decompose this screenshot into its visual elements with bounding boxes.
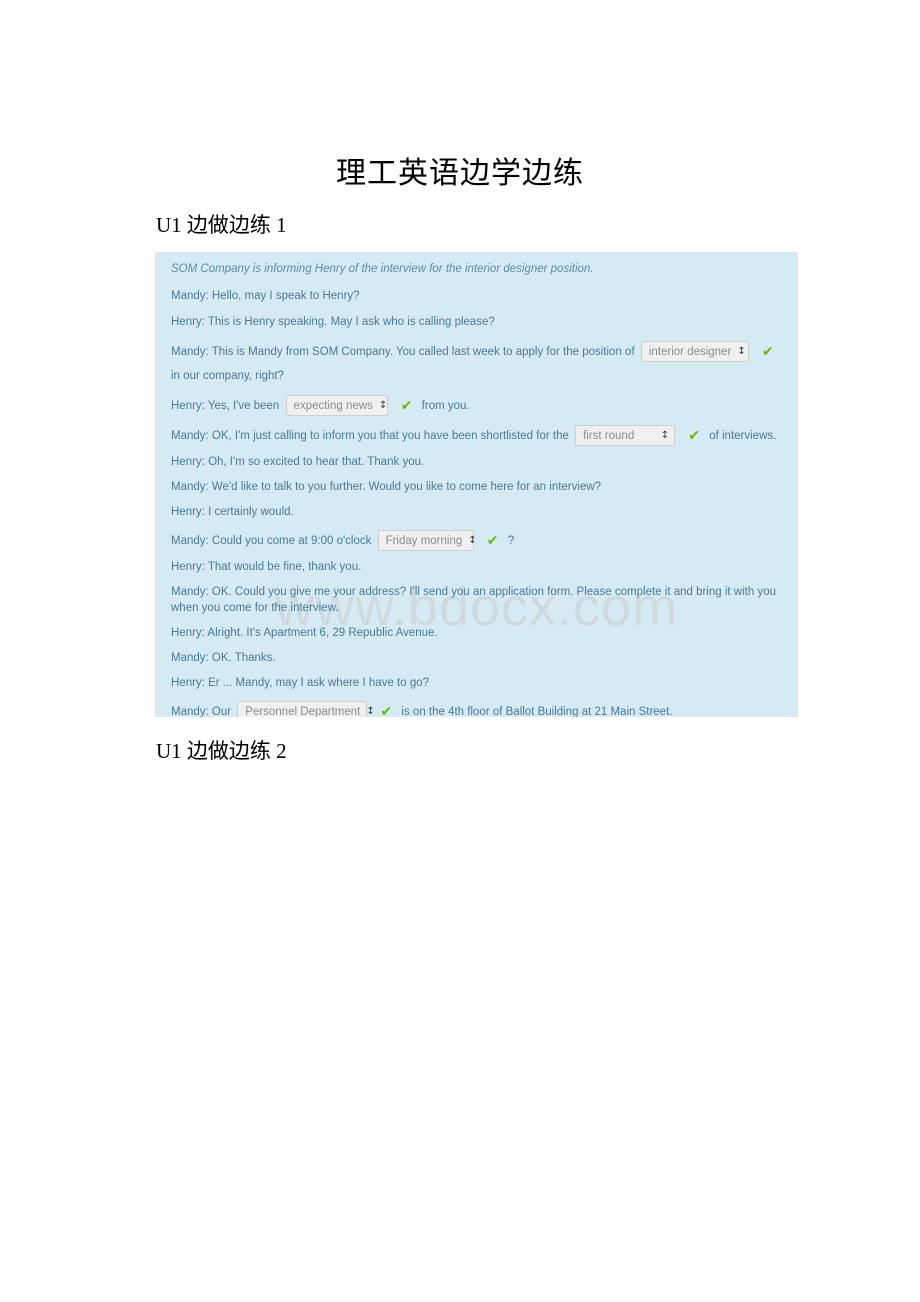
chevron-updown-icon: ↕ bbox=[366, 705, 375, 717]
answer-select-first-round[interactable]: first round ↕ bbox=[575, 425, 676, 447]
dialogue-line: Mandy: Hello, may I speak to Henry? bbox=[165, 288, 788, 304]
dialogue-line: Henry: Oh, I'm so excited to hear that. … bbox=[165, 454, 788, 470]
correct-check-icon: ✔ bbox=[688, 427, 701, 444]
dialogue-line: Mandy: We'd like to talk to you further.… bbox=[165, 479, 788, 495]
dialogue-line: Henry: Alright. It's Apartment 6, 29 Rep… bbox=[165, 625, 788, 641]
answer-select-interior-designer[interactable]: interior designer ↕ bbox=[640, 341, 749, 363]
answer-select-value: first round bbox=[583, 429, 635, 442]
answer-select-expecting-news[interactable]: expecting news ↕ bbox=[285, 395, 388, 417]
dialogue-line: Henry: I certainly would. bbox=[165, 504, 788, 520]
dialogue-line: Henry: Er ... Mandy, may I ask where I h… bbox=[165, 675, 788, 691]
dialogue-line: Henry: That would be fine, thank you. bbox=[165, 559, 788, 575]
dialogue-line-text-after: of interviews. bbox=[709, 430, 777, 442]
chevron-updown-icon: ↕ bbox=[468, 534, 477, 546]
dialogue-line: Mandy: Our Personnel Department ↕ ✔ is o… bbox=[165, 700, 788, 717]
answer-select-value: Friday morning bbox=[385, 534, 463, 547]
dialogue-line-text: Henry: I certainly would. bbox=[171, 506, 294, 518]
dialogue-line-text: Mandy: OK. Thanks. bbox=[171, 652, 276, 664]
dialogue-line-text-before: Henry: Yes, I've been bbox=[171, 400, 280, 412]
dialogue-line-text: Henry: That would be fine, thank you. bbox=[171, 561, 362, 573]
dialogue-line-text: Mandy: Hello, may I speak to Henry? bbox=[171, 290, 360, 302]
dialogue-line-text: Henry: Alright. It's Apartment 6, 29 Rep… bbox=[171, 627, 438, 639]
dialogue-line: Mandy: OK, I'm just calling to inform yo… bbox=[165, 424, 788, 448]
dialogue-exercise-panel: www.bdocx.com SOM Company is informing H… bbox=[155, 252, 798, 717]
dialogue-line-text: Mandy: OK. Could you give me your addres… bbox=[171, 586, 776, 614]
dialogue-line-text-before: Mandy: Could you come at 9:00 o'clock bbox=[171, 535, 372, 547]
dialogue-line: Mandy: This is Mandy from SOM Company. Y… bbox=[165, 340, 788, 388]
correct-check-icon: ✔ bbox=[380, 703, 393, 717]
dialogue-line-text-after: from you. bbox=[421, 400, 470, 412]
correct-check-icon: ✔ bbox=[762, 343, 774, 360]
answer-select-value: Personnel Department bbox=[245, 705, 361, 717]
dialogue-line: Mandy: Could you come at 9:00 o'clock Fr… bbox=[165, 529, 788, 553]
dialogue-line-text: Mandy: We'd like to talk to you further.… bbox=[171, 481, 602, 493]
dialogue-line-text-before: Mandy: Our bbox=[171, 706, 232, 717]
answer-select-value: interior designer bbox=[648, 345, 732, 358]
dialogue-line-text-after: in our company, right? bbox=[171, 370, 284, 382]
document-page: 理工英语边学边练 U1 边做边练 1 www.bdocx.com SOM Com… bbox=[0, 0, 920, 1302]
correct-check-icon: ✔ bbox=[486, 532, 499, 549]
chevron-updown-icon: ↕ bbox=[737, 345, 746, 357]
dialogue-line-text-before: Mandy: OK, I'm just calling to inform yo… bbox=[171, 430, 569, 442]
document-title: 理工英语边学边练 bbox=[336, 157, 584, 190]
dialogue-line: Mandy: OK. Thanks. bbox=[165, 650, 788, 666]
dialogue-line-text-after: is on the 4th floor of Ballot Building a… bbox=[401, 706, 673, 717]
dialogue-line: Henry: This is Henry speaking. May I ask… bbox=[165, 314, 788, 330]
dialogue-line-text-before: Mandy: This is Mandy from SOM Company. Y… bbox=[171, 346, 635, 358]
chevron-updown-icon: ↕ bbox=[660, 429, 670, 441]
dialogue-lines: SOM Company is informing Henry of the in… bbox=[165, 261, 788, 717]
answer-select-friday-morning[interactable]: Friday morning ↕ bbox=[377, 530, 477, 552]
answer-select-value: expecting news bbox=[293, 399, 373, 412]
section-heading-one: U1 边做边练 1 bbox=[156, 213, 287, 237]
dialogue-line-text: Henry: Oh, I'm so excited to hear that. … bbox=[171, 456, 425, 468]
dialogue-intro: SOM Company is informing Henry of the in… bbox=[171, 263, 594, 275]
dialogue-line-text-after: ? bbox=[507, 535, 515, 547]
dialogue-line-text: Henry: Er ... Mandy, may I ask where I h… bbox=[171, 677, 430, 689]
dialogue-line-text: Henry: This is Henry speaking. May I ask… bbox=[171, 316, 495, 328]
correct-check-icon: ✔ bbox=[400, 397, 413, 414]
dialogue-line: Henry: Yes, I've been expecting news ↕ ✔… bbox=[165, 394, 788, 418]
chevron-updown-icon: ↕ bbox=[378, 399, 388, 411]
dialogue-line: Mandy: OK. Could you give me your addres… bbox=[165, 584, 788, 616]
section-heading-two: U1 边做边练 2 bbox=[156, 739, 287, 763]
answer-select-personnel-department[interactable]: Personnel Department ↕ bbox=[237, 701, 375, 717]
